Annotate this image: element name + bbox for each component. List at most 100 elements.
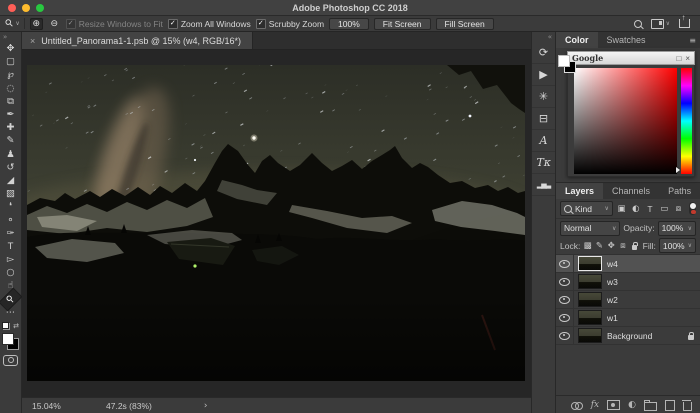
layer-name[interactable]: w1 <box>607 313 700 323</box>
blend-mode-select[interactable]: Normal ∨ <box>560 221 620 236</box>
toolbar-expand-icon[interactable]: » <box>0 33 7 42</box>
zoom-level-field[interactable]: 15.04% <box>32 401 78 411</box>
link-layers-icon[interactable] <box>571 402 583 409</box>
history-brush-tool[interactable]: ↺ <box>0 161 21 174</box>
spot-healing-brush-tool[interactable]: ✚ <box>0 121 21 134</box>
layer-name[interactable]: w2 <box>607 295 700 305</box>
layer-name[interactable]: w4 <box>607 259 700 269</box>
move-tool[interactable]: ✥ <box>0 42 21 55</box>
histogram-panel-icon[interactable]: ▂▅▃ <box>532 174 555 196</box>
history-panel-icon[interactable]: ⟳ <box>532 42 555 64</box>
workspace-switcher[interactable]: ∨ <box>651 19 670 29</box>
zoom-100-button[interactable]: 100% <box>329 18 369 30</box>
fill-screen-button[interactable]: Fill Screen <box>436 18 494 30</box>
pen-tool[interactable]: ✑ <box>0 227 21 240</box>
actions-panel-icon[interactable]: ▶ <box>532 64 555 86</box>
swap-colors-icon[interactable]: ⇄ <box>13 322 19 330</box>
fill-select[interactable]: 100% ∨ <box>659 238 696 253</box>
tab-swatches[interactable]: Swatches <box>598 32 655 48</box>
visibility-toggle[interactable] <box>556 255 574 272</box>
brush-tool[interactable]: ✎ <box>0 134 21 147</box>
hue-slider-marker[interactable] <box>676 167 680 173</box>
layer-filter-toggle[interactable] <box>689 202 696 215</box>
lock-transparent-pixels-icon[interactable]: ▩ <box>583 241 592 251</box>
layer-row-background[interactable]: Background <box>556 327 700 345</box>
layer-row-w3[interactable]: w3 <box>556 273 700 291</box>
character-panel-icon[interactable]: A <box>532 130 555 152</box>
layer-thumbnail[interactable] <box>578 328 602 343</box>
layer-thumbnail[interactable] <box>578 256 602 271</box>
blur-tool[interactable]: ❛ <box>0 200 21 213</box>
default-colors-icon[interactable] <box>2 322 10 330</box>
zoom-window-button[interactable] <box>36 4 44 12</box>
tab-channels[interactable]: Channels <box>603 183 659 199</box>
opacity-select[interactable]: 100% ∨ <box>658 221 696 236</box>
tk-actions-panel-icon[interactable]: Tᴋ <box>532 152 555 174</box>
filter-pixel-layers-icon[interactable]: ▣ <box>616 202 627 215</box>
document-tab[interactable]: × Untitled_Panorama1-1.psb @ 15% (w4, RG… <box>22 32 253 49</box>
lock-position-icon[interactable]: ✥ <box>607 241 616 251</box>
overlay-close-icon[interactable]: × <box>685 54 690 63</box>
status-expand-icon[interactable]: › <box>204 401 208 411</box>
filter-shape-layers-icon[interactable]: ▭ <box>659 202 670 215</box>
crop-tool[interactable]: ⧉ <box>0 95 21 108</box>
quick-selection-tool[interactable]: ◌ <box>0 82 21 95</box>
eraser-tool[interactable]: ◢ <box>0 174 21 187</box>
share-icon[interactable] <box>679 19 690 28</box>
clone-stamp-tool[interactable]: ♟ <box>0 148 21 161</box>
fit-screen-button[interactable]: Fit Screen <box>374 18 431 30</box>
tab-paths[interactable]: Paths <box>659 183 700 199</box>
tab-layers[interactable]: Layers <box>556 183 603 199</box>
lock-all-icon[interactable] <box>632 245 636 250</box>
resize-windows-to-fit-checkbox[interactable]: ✓ Resize Windows to Fit <box>66 19 163 29</box>
overlay-minimize-icon[interactable]: □ <box>676 54 681 63</box>
lock-artboard-icon[interactable]: ⧈ <box>619 241 628 251</box>
add-layer-mask-icon[interactable] <box>607 400 620 410</box>
libraries-panel-icon[interactable]: ⊟ <box>532 108 555 130</box>
new-adjustment-layer-icon[interactable]: ◐ <box>628 400 636 410</box>
foreground-background-swatches[interactable] <box>2 333 19 350</box>
layer-style-icon[interactable]: fx <box>591 400 599 410</box>
ellipse-tool[interactable]: ○ <box>0 266 21 279</box>
lasso-tool[interactable]: ℘ <box>0 68 21 81</box>
dock-collapse-icon[interactable]: « <box>548 33 555 42</box>
new-group-icon[interactable] <box>644 402 657 411</box>
layer-name[interactable]: Background <box>607 331 686 341</box>
zoom-in-button[interactable]: ⊕ <box>30 18 43 30</box>
visibility-toggle[interactable] <box>556 273 574 290</box>
minimize-window-button[interactable] <box>22 4 30 12</box>
gradient-tool[interactable]: ▨ <box>0 187 21 200</box>
color-saturation-brightness-field[interactable] <box>574 68 677 174</box>
close-window-button[interactable] <box>8 4 16 12</box>
dodge-tool[interactable]: ⚬ <box>0 213 21 226</box>
visibility-toggle[interactable] <box>556 291 574 308</box>
foreground-color-swatch[interactable] <box>558 55 570 67</box>
tool-preset[interactable]: ⚲ ∨ <box>6 18 25 29</box>
eyedropper-tool[interactable]: ✒ <box>0 108 21 121</box>
foreground-color-swatch[interactable] <box>2 333 14 345</box>
filter-type-layers-icon[interactable]: T <box>644 202 655 215</box>
lock-image-pixels-icon[interactable]: ✎ <box>595 241 604 251</box>
google-overlay-titlebar[interactable]: Google □ × <box>567 51 695 65</box>
search-icon[interactable] <box>634 20 642 28</box>
layer-row-w4[interactable]: w4 <box>556 255 700 273</box>
layer-filter-kind-select[interactable]: Kind ∨ <box>560 201 613 216</box>
panel-menu-icon[interactable]: ≡ <box>689 32 700 48</box>
scrubby-zoom-checkbox[interactable]: ✓ Scrubby Zoom <box>256 19 324 29</box>
delete-layer-icon[interactable] <box>683 402 692 411</box>
visibility-toggle[interactable] <box>556 309 574 326</box>
type-tool[interactable]: T <box>0 240 21 253</box>
hue-slider[interactable] <box>681 68 692 174</box>
adjustments-panel-icon[interactable]: ✳ <box>532 86 555 108</box>
filter-adjustment-layers-icon[interactable]: ◐ <box>630 202 641 215</box>
quick-mask-button[interactable] <box>3 355 18 366</box>
color-panel-swatches[interactable] <box>558 55 576 73</box>
rectangular-marquee-tool[interactable]: ▢ <box>0 55 21 68</box>
filter-smart-objects-icon[interactable]: ⧈ <box>673 202 684 215</box>
google-overlay-window[interactable]: Google □ × <box>567 51 695 177</box>
zoom-all-windows-checkbox[interactable]: ✓ Zoom All Windows <box>168 19 251 29</box>
layer-row-w1[interactable]: w1 <box>556 309 700 327</box>
zoom-out-button[interactable]: ⊖ <box>48 18 61 30</box>
layer-row-w2[interactable]: w2 <box>556 291 700 309</box>
path-selection-tool[interactable]: ▻ <box>0 253 21 266</box>
